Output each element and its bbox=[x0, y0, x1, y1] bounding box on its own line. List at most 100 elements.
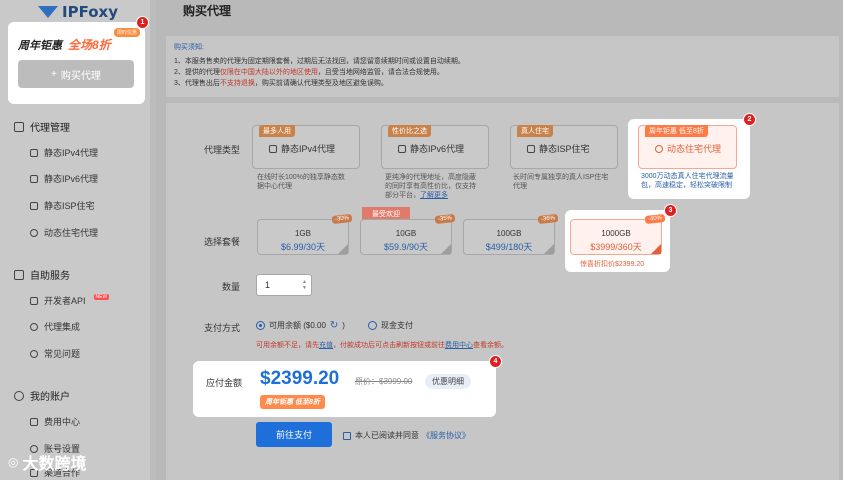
package-price: $6.99/30天 bbox=[280, 242, 326, 252]
sidebar-item-static-ipv6[interactable]: 静态IPv6代理 bbox=[30, 172, 98, 185]
notice-text: ，且受当地网络监管，请合法合规使用。 bbox=[317, 69, 444, 76]
sidebar-item-static-isp[interactable]: 静态ISP住宅 bbox=[30, 199, 95, 212]
sidebar-item-dynamic-residential[interactable]: 动态住宅代理 bbox=[30, 226, 98, 239]
notice-text: 3、代理售出后 bbox=[174, 80, 220, 87]
go-to-pay-button[interactable]: 前往支付 bbox=[256, 422, 332, 447]
sidebar-item-developer-api[interactable]: 开发者API NEW bbox=[30, 293, 110, 307]
total-amount: $2399.20 bbox=[260, 368, 340, 389]
card-desc-line: 的同时享有高性价比，仅支持 bbox=[385, 183, 476, 190]
discount-detail-button[interactable]: 优惠明细 bbox=[425, 374, 471, 389]
server-icon bbox=[269, 144, 277, 153]
sidebar-item-label: 静态IPv6代理 bbox=[44, 174, 99, 184]
notice-text: ，购买前请确认代理类型及地区避免误购。 bbox=[254, 80, 388, 87]
callout-4: 4 bbox=[489, 355, 502, 368]
payment-balance-option[interactable]: 可用余额 ($0.00 ↻ ) bbox=[256, 320, 345, 331]
promo-right-text: 全场8折 bbox=[68, 38, 111, 52]
balance-close-paren: ) bbox=[342, 321, 345, 330]
radio-selected-icon bbox=[256, 321, 265, 330]
card-desc-text: 部分平台， bbox=[385, 192, 420, 199]
watermark: ◎ 大数跨境 bbox=[8, 450, 87, 474]
buy-proxy-label: 购买代理 bbox=[60, 70, 101, 82]
promo-banner[interactable]: 周年钜惠 全场8折 限时优惠 bbox=[18, 28, 140, 52]
package-10gb[interactable]: 10GB $59.9/90天 -35% bbox=[360, 213, 456, 255]
notice-highlight: 不支持退换 bbox=[219, 80, 255, 87]
buy-proxy-button[interactable]: + 购买代理 bbox=[18, 60, 134, 88]
sidebar-item-static-ipv4[interactable]: 静态IPv4代理 bbox=[30, 146, 98, 159]
service-agreement-link[interactable]: 《服务协议》 bbox=[422, 430, 470, 441]
question-icon bbox=[30, 349, 38, 358]
package-1000gb[interactable]: 1000GB $3999/360天 -40% bbox=[570, 213, 666, 255]
proxy-option-static-ipv4[interactable]: 最多人用 静态IPv4代理 bbox=[252, 125, 360, 169]
sidebar-item-label: 常见问题 bbox=[44, 349, 81, 359]
package-size: 100GB bbox=[496, 229, 522, 238]
package-100gb[interactable]: 100GB $499/180天 -36% bbox=[463, 213, 559, 255]
agreement-text: 本人已阅读并同意 bbox=[355, 431, 419, 440]
proxy-option-static-ipv6[interactable]: 性价比之选 静态IPv6代理 bbox=[381, 125, 489, 169]
card-title: 动态住宅代理 bbox=[655, 142, 721, 155]
nav-group-label: 自助服务 bbox=[30, 271, 70, 282]
payment-cash-option[interactable]: 现金支付 bbox=[368, 320, 413, 331]
agreement-checkbox[interactable] bbox=[343, 431, 351, 440]
recharge-link[interactable]: 充值 bbox=[319, 342, 333, 349]
card-desc-line: 据中心代理 bbox=[257, 183, 292, 190]
callout-3: 3 bbox=[664, 204, 677, 217]
watermark-text: 大数跨境 bbox=[22, 456, 87, 473]
network-icon bbox=[30, 296, 38, 305]
card-desc-line: 在线时长100%的独享静态数 bbox=[257, 174, 345, 181]
card-desc: 长时间专属独享的真人ISP住宅 代理 bbox=[513, 173, 608, 191]
notice-highlight: 仅限在中国大陆以外的地区使用 bbox=[219, 69, 318, 76]
card-tag: 真人住宅 bbox=[517, 125, 553, 137]
brand-name: IPFoxy bbox=[62, 3, 118, 21]
card-title-text: 静态ISP住宅 bbox=[539, 144, 590, 154]
sidebar-item-billing[interactable]: 费用中心 bbox=[30, 415, 80, 428]
discount-price-note: 惊喜折扣价$2399.20 bbox=[580, 261, 645, 268]
callout-1: 1 bbox=[136, 16, 149, 29]
balance-warning: 可用余额不足，请先充值，付款成功后可点击刷新按钮或前往费用中心查看余额。 bbox=[256, 340, 508, 350]
notice-line-1: 1、本服务售卖的代理为固定期限套餐，过期后无法找回，请您留意续期时间或设置自动续… bbox=[174, 58, 465, 65]
tools-icon bbox=[14, 269, 24, 280]
proxy-option-dynamic-residential[interactable]: 周年钜惠 低至8折 动态住宅代理 bbox=[638, 125, 737, 169]
learn-more-link[interactable]: 了解更多 bbox=[420, 192, 448, 199]
warn-text: 查看余额。 bbox=[473, 342, 508, 349]
sidebar-item-label: 开发者API bbox=[44, 296, 86, 306]
quantity-stepper[interactable]: 1 ▲ ▼ bbox=[256, 274, 312, 296]
notice-title: 购买须知: bbox=[174, 44, 204, 51]
plus-icon: + bbox=[51, 68, 57, 80]
nav-group-self-service[interactable]: 自助服务 bbox=[14, 267, 70, 282]
monitor-icon bbox=[14, 121, 24, 132]
sidebar-item-faq[interactable]: 常见问题 bbox=[30, 347, 80, 360]
notice-line-2: 2、提供的代理仅限在中国大陆以外的地区使用，且受当地网络监管，请合法合规使用。 bbox=[174, 67, 831, 78]
cash-text: 现金支付 bbox=[381, 321, 413, 330]
brand-logo[interactable]: IPFoxy bbox=[38, 3, 118, 21]
package-price: $3999/360天 bbox=[590, 242, 642, 252]
package-1gb[interactable]: 1GB $6.99/30天 -30% bbox=[257, 213, 353, 255]
card-title: 静态ISP住宅 bbox=[527, 142, 590, 155]
card-title-text: 动态住宅代理 bbox=[667, 144, 722, 154]
card-desc: 更纯净的代理地址，高度隐蔽 的同时享有高性价比，仅支持 部分平台，了解更多 bbox=[385, 173, 476, 200]
billing-center-link[interactable]: 费用中心 bbox=[445, 342, 473, 349]
refresh-icon bbox=[655, 144, 663, 153]
nav-group-my-account[interactable]: 我的账户 bbox=[14, 388, 70, 403]
balance-text: 可用余额 ($0.00 bbox=[269, 321, 326, 330]
original-price: 原价：$3999.00 bbox=[355, 377, 413, 386]
nav-group-proxy-management[interactable]: 代理管理 bbox=[14, 119, 70, 134]
gear-icon bbox=[30, 322, 38, 331]
card-tag: 性价比之选 bbox=[388, 125, 431, 137]
notice-text: 2、提供的代理 bbox=[174, 69, 220, 76]
sidebar-item-label: 静态ISP住宅 bbox=[44, 201, 95, 211]
sidebar-scrollbar[interactable] bbox=[150, 0, 156, 480]
agreement-row[interactable]: 本人已阅读并同意 《服务协议》 bbox=[343, 430, 470, 441]
refresh-balance-icon[interactable]: ↻ bbox=[330, 320, 338, 331]
package-price: $59.9/90天 bbox=[383, 242, 429, 252]
stepper-arrows-icon[interactable]: ▲ ▼ bbox=[302, 279, 307, 291]
card-desc-line: 代理 bbox=[513, 183, 527, 190]
total-label: 应付金额 bbox=[206, 378, 243, 388]
watermark-logo-icon: ◎ bbox=[8, 455, 19, 469]
corner-mark bbox=[441, 244, 451, 254]
proxy-option-static-isp[interactable]: 真人住宅 静态ISP住宅 bbox=[510, 125, 618, 169]
user-icon bbox=[14, 390, 24, 401]
promo-tag: 限时优惠 bbox=[113, 28, 140, 37]
sidebar-item-proxy-integration[interactable]: 代理集成 bbox=[30, 320, 80, 333]
card-tag: 周年钜惠 低至8折 bbox=[645, 125, 708, 137]
notice-line-3: 3、代理售出后不支持退换，购买前请确认代理类型及地区避免误购。 bbox=[174, 78, 831, 89]
